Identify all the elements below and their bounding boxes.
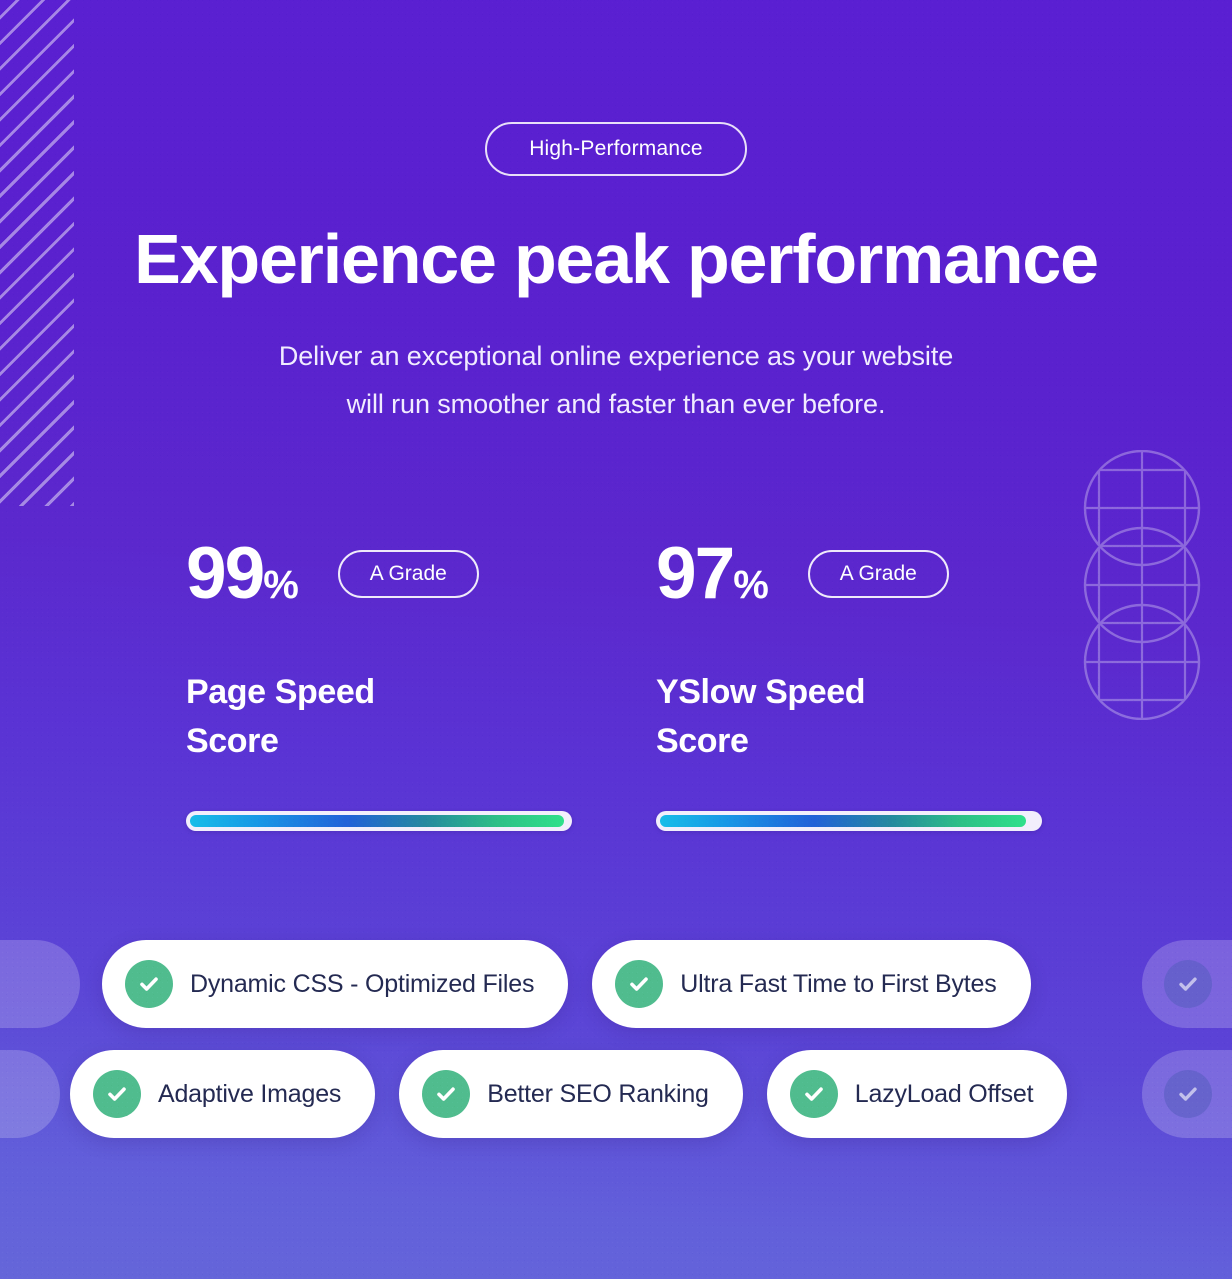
score-header: 97% A Grade xyxy=(656,537,1046,626)
score-value: 97% xyxy=(656,537,769,610)
score-block-page-speed: 99% A Grade Page Speed Score xyxy=(186,537,576,831)
check-circle-icon xyxy=(789,1070,838,1118)
score-blocks: 99% A Grade Page Speed Score 97% A Grade… xyxy=(186,537,1086,831)
feature-pill[interactable]: Adaptive Images xyxy=(70,1050,376,1138)
grade-badge: A Grade xyxy=(807,550,949,598)
score-block-yslow-speed: 97% A Grade YSlow Speed Score xyxy=(656,537,1046,831)
score-percent-symbol: % xyxy=(263,563,299,607)
eyebrow-badge: High-Performance xyxy=(485,122,747,176)
check-circle-icon xyxy=(1164,960,1212,1008)
feature-pill[interactable]: LazyLoad Offset xyxy=(766,1050,1068,1138)
check-circle-icon xyxy=(93,1070,141,1118)
check-circle-icon xyxy=(615,960,664,1008)
ghost-pill-right-top xyxy=(1142,940,1232,1028)
score-progress-fill xyxy=(190,814,565,827)
score-label-line-1: Page Speed xyxy=(186,673,375,711)
score-label: YSlow Speed Score xyxy=(656,668,926,767)
hero-copy: High-Performance Experience peak perform… xyxy=(0,0,1232,428)
score-label: Page Speed Score xyxy=(186,668,456,767)
hero-subhead: Deliver an exceptional online experience… xyxy=(176,332,1056,428)
circle-grid-decoration xyxy=(1082,449,1202,721)
feature-pill[interactable]: Dynamic CSS - Optimized Files xyxy=(102,940,569,1028)
score-label-line-1: YSlow Speed xyxy=(656,673,866,711)
feature-pill[interactable]: Better SEO Ranking xyxy=(399,1050,743,1138)
grade-badge: A Grade xyxy=(337,550,479,598)
check-circle-icon xyxy=(1164,1070,1212,1118)
check-circle-icon xyxy=(125,960,173,1008)
ghost-pill-right-bottom xyxy=(1142,1050,1232,1138)
feature-pill-label: Dynamic CSS - Optimized Files xyxy=(190,969,535,998)
score-progress-bar xyxy=(656,810,1042,831)
feature-pill[interactable]: Ultra Fast Time to First Bytes xyxy=(592,940,1031,1028)
feature-pill-label: Adaptive Images xyxy=(158,1079,342,1108)
page-title: Experience peak performance xyxy=(134,220,1099,298)
score-label-line-2: Score xyxy=(186,722,279,761)
hero-subhead-line-2: will run smoother and faster than ever b… xyxy=(346,389,886,420)
score-number-text: 97 xyxy=(656,533,735,614)
feature-pill-label: Better SEO Ranking xyxy=(487,1079,709,1108)
score-progress-bar xyxy=(186,810,572,831)
score-progress-fill xyxy=(660,814,1027,827)
feature-pill-label: Ultra Fast Time to First Bytes xyxy=(680,969,997,998)
feature-row-1: Dynamic CSS - Optimized Files Ultra Fast… xyxy=(0,940,1232,1028)
score-value: 99% xyxy=(186,537,299,610)
score-number-text: 99 xyxy=(186,533,265,614)
score-header: 99% A Grade xyxy=(186,537,576,626)
score-percent-symbol: % xyxy=(733,563,769,607)
feature-pill-list: Dynamic CSS - Optimized Files Ultra Fast… xyxy=(0,940,1232,1160)
hero-section: High-Performance Experience peak perform… xyxy=(0,0,1232,1279)
score-label-line-2: Score xyxy=(656,722,749,761)
feature-pill-label: LazyLoad Offset xyxy=(854,1079,1034,1108)
feature-row-2: Adaptive Images Better SEO Ranking LazyL… xyxy=(0,1050,1232,1138)
hero-subhead-line-1: Deliver an exceptional online experience… xyxy=(278,341,954,372)
check-circle-icon xyxy=(422,1070,471,1118)
